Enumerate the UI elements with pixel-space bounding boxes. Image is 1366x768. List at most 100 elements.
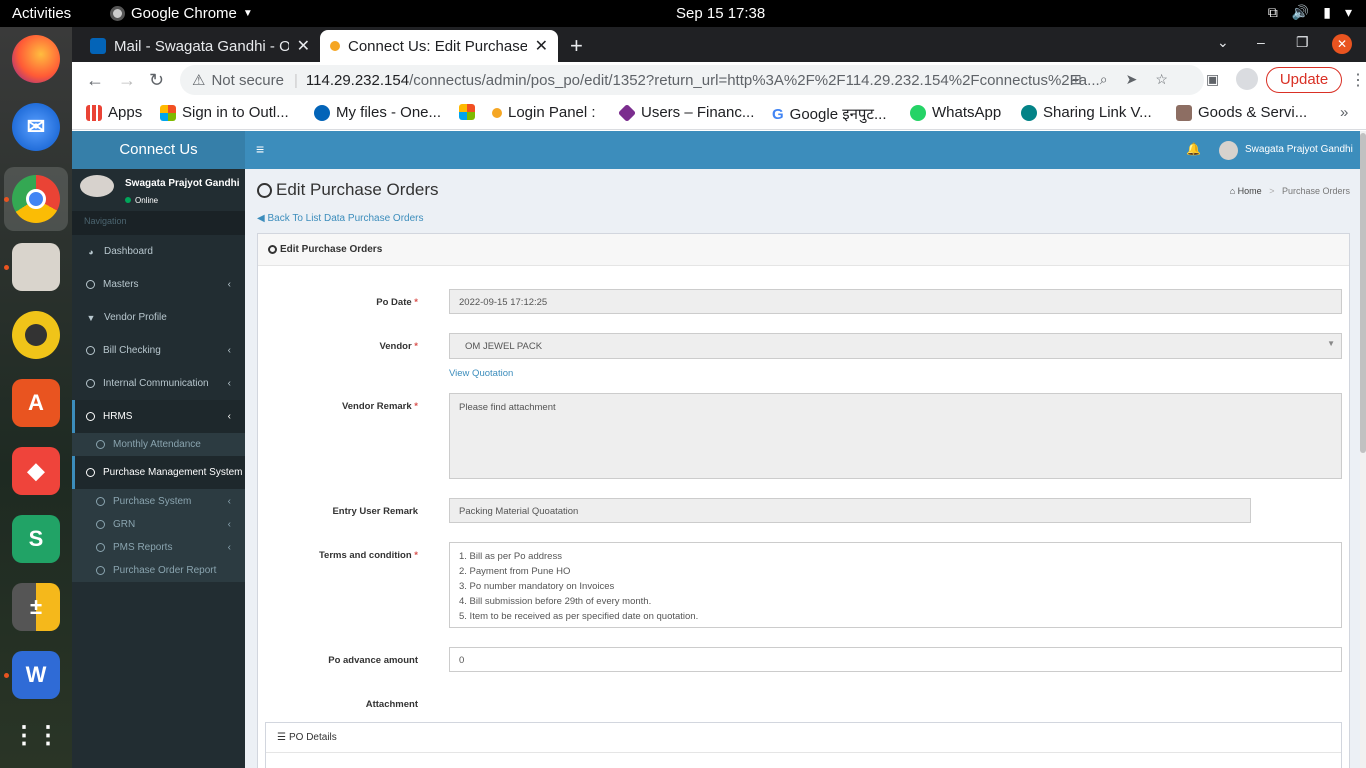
- circle-icon: [268, 245, 277, 254]
- zoom-icon[interactable]: ⌕: [1100, 71, 1108, 88]
- bookmark-login-panel[interactable]: Login Panel :: [492, 104, 596, 121]
- po-date-field[interactable]: 2022-09-15 17:12:25: [449, 289, 1342, 314]
- view-quotation-link[interactable]: View Quotation: [449, 368, 513, 379]
- files-icon[interactable]: [12, 243, 60, 291]
- avatar[interactable]: [1219, 141, 1238, 160]
- breadcrumb-separator: >: [1269, 186, 1275, 196]
- bookmark-microsoft[interactable]: [459, 104, 475, 120]
- bookmark-star-icon[interactable]: ☆: [1155, 71, 1168, 88]
- header-user-name[interactable]: Swagata Prajyot Gandhi: [1245, 144, 1353, 155]
- sidebar-item-label: Dashboard: [104, 246, 153, 257]
- back-to-list-link[interactable]: ◀ Back To List Data Purchase Orders: [257, 213, 423, 224]
- advance-amount-field[interactable]: 0: [449, 647, 1342, 672]
- terms-label: Terms and condition *: [318, 550, 418, 561]
- terms-textarea[interactable]: 1. Bill as per Po address 2. Payment fro…: [449, 542, 1342, 628]
- close-icon[interactable]: ✕: [535, 36, 548, 56]
- edit-form-box: Edit Purchase Orders Po Date * 2022-09-1…: [257, 233, 1350, 768]
- sidebar-item-hrms[interactable]: HRMS ‹: [72, 400, 245, 433]
- box-title: Edit Purchase Orders: [280, 244, 383, 255]
- bookmark-onedrive[interactable]: My files - One...: [314, 104, 441, 121]
- app-menu[interactable]: Google Chrome ▼: [110, 5, 253, 22]
- caret-down-icon: ▼: [1327, 339, 1335, 348]
- clock[interactable]: Sep 15 17:38: [676, 5, 765, 22]
- back-button[interactable]: ←: [86, 70, 104, 91]
- bookmark-label: My files - One...: [336, 104, 442, 121]
- battery-icon: ▮: [1323, 4, 1331, 20]
- chrome-icon[interactable]: [12, 175, 60, 223]
- google-icon: G: [772, 105, 784, 123]
- circle-icon: [96, 440, 105, 449]
- app-logo[interactable]: Connect Us: [72, 131, 245, 169]
- calculator-icon[interactable]: ±: [12, 583, 60, 631]
- activities-button[interactable]: Activities: [12, 5, 71, 22]
- forward-button[interactable]: →: [118, 70, 136, 91]
- sidebar-item-purchase-order-report[interactable]: Purchase Order Report: [72, 559, 245, 582]
- sidebar-item-masters[interactable]: Masters ‹: [72, 268, 245, 301]
- bookmark-goods-services[interactable]: Goods & Servi...: [1176, 104, 1307, 121]
- sheets-icon[interactable]: S: [12, 515, 60, 563]
- web-page: Connect Us Swagata Prajyot Gandhi Online…: [72, 131, 1366, 768]
- terms-line: 4. Bill submission before 29th of every …: [459, 596, 652, 607]
- minimize-button[interactable]: –: [1257, 34, 1265, 50]
- bell-icon[interactable]: 🔔: [1186, 142, 1201, 156]
- bookmark-outlook[interactable]: Sign in to Outl...: [160, 104, 289, 121]
- tab-mail[interactable]: Mail - Swagata Gandhi - Ou ✕: [80, 30, 320, 62]
- bookmark-label: Login Panel :: [508, 104, 596, 121]
- sidebar-item-pms-reports[interactable]: PMS Reports ‹: [72, 536, 245, 559]
- vendor-select[interactable]: OM JEWEL PACK ▼: [449, 333, 1342, 359]
- system-tray[interactable]: ⧉ 🔊 ▮ ▾: [1268, 4, 1352, 21]
- more-menu-icon[interactable]: ⋮: [1350, 70, 1366, 90]
- scrollbar-thumb[interactable]: [1360, 133, 1366, 453]
- app-header: ≡ 🔔 Swagata Prajyot Gandhi: [245, 131, 1366, 169]
- tab-connect-us[interactable]: Connect Us: Edit Purchase ✕: [320, 30, 558, 62]
- sidebar-item-grn[interactable]: GRN ‹: [72, 513, 245, 536]
- bookmark-apps[interactable]: Apps: [86, 104, 142, 121]
- list-icon: ☰: [277, 732, 286, 743]
- sidebar-item-monthly-attendance[interactable]: Monthly Attendance: [72, 433, 245, 456]
- page-scrollbar[interactable]: [1360, 131, 1366, 768]
- entry-user-remark-field[interactable]: Packing Material Quoatation: [449, 498, 1251, 523]
- more-bookmarks-icon[interactable]: »: [1340, 104, 1348, 121]
- software-icon[interactable]: A: [12, 379, 60, 427]
- sidebar: Connect Us Swagata Prajyot Gandhi Online…: [72, 131, 245, 768]
- close-icon[interactable]: ✕: [297, 36, 310, 56]
- firefox-icon[interactable]: [12, 35, 60, 83]
- address-bar[interactable]: ⚠ Not secure | 114.29.232.154/connectus/…: [180, 65, 1204, 95]
- circle-icon: [86, 468, 95, 477]
- side-panel-icon[interactable]: ▣: [1206, 71, 1219, 88]
- menu-toggle-icon[interactable]: ≡: [256, 141, 264, 157]
- new-tab-button[interactable]: +: [570, 33, 583, 59]
- site-favicon-icon: [492, 107, 502, 118]
- bookmark-whatsapp[interactable]: WhatsApp: [910, 104, 1001, 121]
- translate-icon[interactable]: ⊞: [1070, 71, 1082, 88]
- sidebar-item-label: Vendor Profile: [104, 312, 167, 323]
- sidebar-item-internal-communication[interactable]: Internal Communication ‹: [72, 367, 245, 400]
- bookmark-google-input[interactable]: G Google इनपुट...: [772, 104, 886, 124]
- wps-icon[interactable]: W: [12, 651, 60, 699]
- app-grid-icon[interactable]: ⋮⋮: [12, 711, 60, 759]
- sidebar-item-purchase-system[interactable]: Purchase System ‹: [72, 489, 245, 513]
- bookmark-users[interactable]: Users – Financ...: [617, 103, 754, 122]
- thunderbird-icon[interactable]: ✉: [12, 103, 60, 151]
- close-window-button[interactable]: ✕: [1332, 34, 1352, 54]
- sidebar-item-bill-checking[interactable]: Bill Checking ‹: [72, 334, 245, 367]
- sidebar-item-label: GRN: [113, 519, 136, 530]
- anydesk-icon[interactable]: ◆: [12, 447, 60, 495]
- terms-line: 1. Bill as per Po address: [459, 551, 562, 562]
- sidebar-item-purchase-management-system[interactable]: Purchase Management System: [72, 456, 245, 489]
- page-title: Edit Purchase Orders: [257, 180, 439, 200]
- bookmarks-bar: Apps Sign in to Outl... My files - One..…: [72, 98, 1366, 130]
- vendor-select-value: OM JEWEL PACK: [465, 341, 543, 352]
- rhythmbox-icon[interactable]: [12, 311, 60, 359]
- sidebar-item-dashboard[interactable]: ◕ Dashboard: [72, 235, 245, 268]
- tab-search-icon[interactable]: ⌄: [1217, 34, 1229, 51]
- maximize-button[interactable]: ❐: [1296, 34, 1309, 51]
- update-button[interactable]: Update: [1266, 67, 1342, 93]
- bookmark-sharing-link[interactable]: Sharing Link V...: [1021, 104, 1152, 121]
- breadcrumb-home[interactable]: Home: [1238, 186, 1262, 196]
- sidebar-item-vendor-profile[interactable]: ▼ Vendor Profile: [72, 301, 245, 334]
- profile-icon[interactable]: [1236, 68, 1258, 90]
- send-icon[interactable]: ➤: [1126, 71, 1138, 88]
- vendor-remark-textarea[interactable]: Please find attachment: [449, 393, 1342, 479]
- reload-button[interactable]: ↻: [149, 70, 164, 91]
